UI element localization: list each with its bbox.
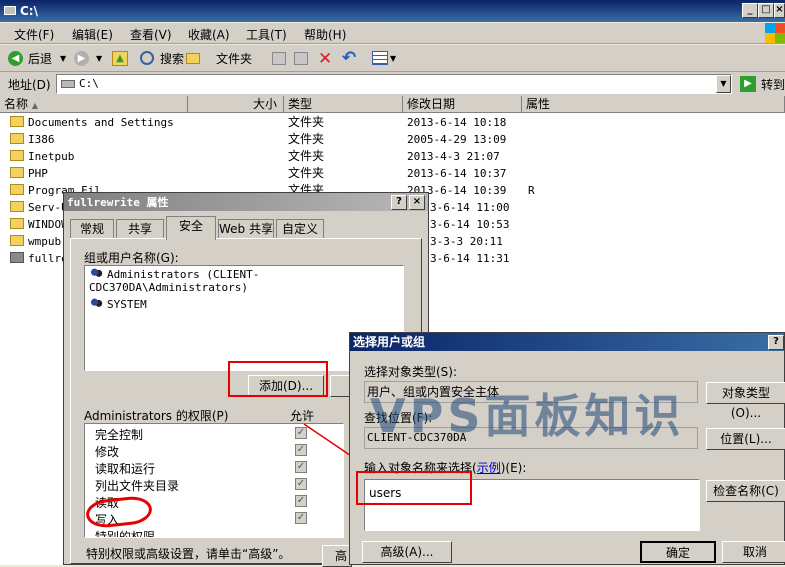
allow-checkbox: ✓	[295, 512, 307, 524]
location-label: 查找位置(F):	[364, 411, 433, 425]
address-dropdown-icon[interactable]: ▼	[716, 75, 731, 93]
allow-checkbox: ✓	[295, 478, 307, 490]
table-row[interactable]: Inetpub 文件夹 2013-4-3 21:07	[0, 148, 785, 165]
allow-checkbox: ✓	[295, 495, 307, 507]
tab-web-sharing[interactable]: Web 共享	[218, 219, 274, 239]
folder-icon	[10, 252, 24, 263]
search-button[interactable]: 搜索	[160, 48, 184, 70]
back-dropdown-icon[interactable]: ▼	[60, 48, 66, 70]
folder-icon	[10, 116, 24, 127]
object-type-label: 选择对象类型(S):	[364, 365, 458, 379]
help-button[interactable]: ?	[391, 195, 407, 210]
up-folder-icon[interactable]: ▲	[112, 51, 128, 66]
copy-to-icon[interactable]	[294, 52, 308, 65]
undo-icon[interactable]: ↶	[342, 48, 356, 68]
window-title: C:\	[20, 4, 38, 18]
window-title-bar: C:\	[0, 0, 785, 22]
menu-favorites[interactable]: 收藏(A)	[188, 26, 230, 43]
drive-icon	[61, 80, 75, 88]
column-modified[interactable]: 修改日期	[403, 96, 522, 113]
folders-icon[interactable]	[186, 53, 200, 64]
menu-edit[interactable]: 编辑(E)	[72, 26, 113, 43]
properties-title-bar: fullrewrite 属性	[64, 193, 428, 211]
permissions-label: Administrators 的权限(P)	[84, 409, 229, 423]
go-button[interactable]: 转到	[761, 76, 785, 93]
annotation-box	[228, 361, 328, 397]
forward-dropdown-icon[interactable]: ▼	[96, 48, 102, 70]
tab-sharing[interactable]: 共享	[116, 219, 164, 239]
folder-icon	[10, 184, 24, 195]
examples-link[interactable]: 示例	[477, 461, 501, 475]
ok-button[interactable]: 确定	[640, 541, 716, 563]
select-advanced-button[interactable]: 高级(A)...	[362, 541, 452, 563]
list-item[interactable]: Administrators (CLIENT-CDC370DA\Administ…	[85, 266, 403, 296]
views-dropdown-icon[interactable]: ▼	[390, 48, 396, 70]
address-value: C:\	[79, 77, 99, 90]
tab-security[interactable]: 安全	[166, 216, 216, 240]
tab-custom[interactable]: 自定义	[276, 219, 324, 239]
folder-icon	[10, 167, 24, 178]
folder-icon	[10, 133, 24, 144]
properties-close-button[interactable]: ×	[409, 195, 425, 210]
advanced-button[interactable]: 高	[322, 545, 352, 567]
folder-icon	[10, 235, 24, 246]
address-input[interactable]: C:\	[56, 74, 732, 94]
windows-logo-icon	[765, 23, 785, 43]
menu-help[interactable]: 帮助(H)	[304, 26, 346, 43]
permission-row: 特别的权限	[95, 530, 156, 538]
user-group-icon	[89, 268, 103, 280]
address-label: 地址(D)	[8, 78, 51, 92]
cancel-button[interactable]: 取消	[722, 541, 785, 563]
table-row[interactable]: Documents and Settings 文件夹 2013-6-14 10:18	[0, 114, 785, 131]
table-row[interactable]: PHP 文件夹 2013-6-14 10:37	[0, 165, 785, 182]
column-size[interactable]: 大小	[188, 96, 284, 113]
select-help-button[interactable]: ?	[768, 335, 784, 350]
forward-arrow-icon[interactable]: ▶	[74, 51, 89, 66]
folders-button[interactable]: 文件夹	[216, 48, 252, 70]
minimize-button[interactable]: _	[742, 3, 758, 18]
toolbar: ◀ 后退 ▼ ▶ ▼ ▲ 搜索 文件夹 ✕ ↶ ▼	[0, 45, 785, 72]
delete-icon[interactable]: ✕	[318, 49, 332, 69]
search-icon[interactable]	[140, 51, 154, 65]
go-icon[interactable]: ▶	[740, 76, 756, 92]
move-to-icon[interactable]	[272, 52, 286, 65]
list-item[interactable]: SYSTEM	[85, 296, 403, 313]
folder-icon	[10, 218, 24, 229]
folder-icon	[10, 150, 24, 161]
views-icon[interactable]	[372, 51, 388, 65]
locations-button[interactable]: 位置(L)...	[706, 428, 785, 450]
input-annotation-box	[356, 471, 472, 505]
column-type[interactable]: 类型	[284, 96, 403, 113]
table-row[interactable]: I386 文件夹 2005-4-29 13:09	[0, 131, 785, 148]
tab-general[interactable]: 常规	[70, 219, 114, 239]
properties-title: fullrewrite 属性	[67, 196, 169, 209]
menu-view[interactable]: 查看(V)	[130, 26, 172, 43]
menu-tools[interactable]: 工具(T)	[246, 26, 287, 43]
column-attributes[interactable]: 属性	[522, 96, 785, 113]
remove-button[interactable]	[330, 375, 350, 397]
check-names-button[interactable]: 检查名称(C)	[706, 480, 785, 502]
menu-bar: 文件(F) 编辑(E) 查看(V) 收藏(A) 工具(T) 帮助(H)	[0, 23, 785, 44]
select-title-bar: 选择用户或组	[350, 333, 784, 351]
window-icon	[4, 6, 16, 15]
menu-file[interactable]: 文件(F)	[14, 26, 54, 43]
select-title: 选择用户或组	[353, 335, 426, 349]
location-value: CLIENT-CDC370DA	[364, 427, 698, 449]
back-button[interactable]: 后退	[28, 48, 52, 70]
select-users-dialog: 选择用户或组 ? 选择对象类型(S): 用户、组或内置安全主体 对象类型(O).…	[349, 332, 785, 565]
object-types-button[interactable]: 对象类型(O)...	[706, 382, 785, 420]
column-name[interactable]: 名称 ▲	[0, 96, 188, 113]
object-type-value: 用户、组或内置安全主体	[364, 381, 698, 403]
maximize-button[interactable]: □	[758, 3, 774, 18]
permission-row: 列出文件夹目录 ✓	[95, 478, 307, 493]
back-arrow-icon[interactable]: ◀	[8, 51, 23, 66]
folder-icon	[10, 201, 24, 212]
close-button[interactable]: ×	[774, 3, 785, 18]
address-bar: 地址(D) C:\ ▼ ▶ 转到	[0, 72, 785, 96]
group-label: 组或用户名称(G):	[84, 251, 179, 265]
user-group-icon	[89, 298, 103, 310]
advanced-hint: 特别权限或高级设置，请单击“高级”。	[86, 547, 291, 561]
